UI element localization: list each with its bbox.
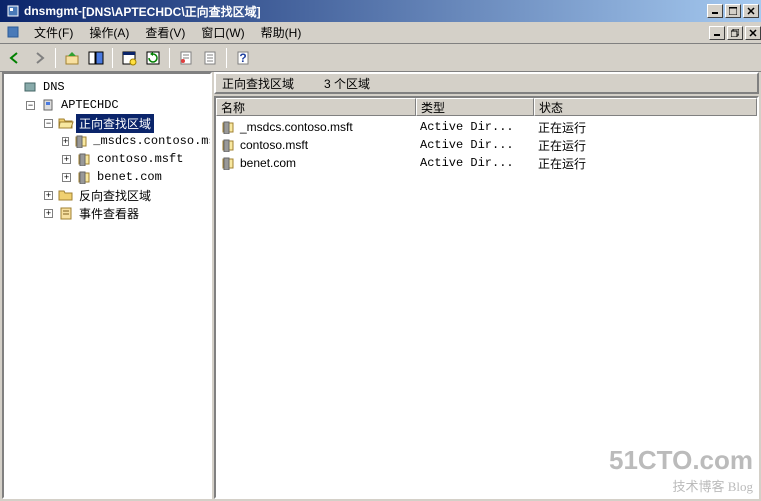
show-hide-button[interactable] — [85, 47, 107, 69]
close-button[interactable] — [743, 4, 759, 18]
tree-server[interactable]: − APTECHDC — [26, 96, 206, 114]
event-icon — [58, 206, 74, 220]
list-row[interactable]: benet.com Active Dir... 正在运行 — [216, 154, 757, 172]
mdi-restore-button[interactable] — [727, 26, 743, 40]
tree-event-viewer[interactable]: + 事件查看器 — [44, 204, 206, 222]
column-headers: 名称 类型 状态 — [216, 98, 757, 116]
col-type[interactable]: 类型 — [416, 98, 534, 116]
col-status[interactable]: 状态 — [534, 98, 757, 116]
expand-icon[interactable]: + — [44, 191, 53, 200]
titlebar: dnsmgmt - [DNS\APTECHDC\正向查找区域] — [0, 0, 761, 22]
zone-icon — [76, 170, 92, 184]
menu-action[interactable]: 操作(A) — [81, 22, 137, 43]
mdi-icon — [6, 25, 22, 41]
toolbar: ? — [0, 44, 761, 72]
menu-help[interactable]: 帮助(H) — [253, 22, 310, 43]
title-doc: [DNS\APTECHDC\正向查找区域] — [82, 3, 261, 20]
pane-count: 3 个区域 — [324, 75, 370, 92]
expand-icon[interactable]: + — [44, 209, 53, 218]
zone-icon — [76, 152, 92, 166]
tree-pane[interactable]: DNS − APTECHDC − — [2, 72, 212, 499]
list-row[interactable]: contoso.msft Active Dir... 正在运行 — [216, 136, 757, 154]
tree-zone-1[interactable]: + _msdcs.contoso.msft — [62, 132, 206, 150]
collapse-icon[interactable]: − — [26, 101, 35, 110]
tree-zone-3[interactable]: + benet.com — [62, 168, 206, 186]
back-button[interactable] — [4, 47, 26, 69]
up-button[interactable] — [61, 47, 83, 69]
folder-icon — [58, 188, 74, 202]
server-icon — [40, 98, 56, 112]
list-pane[interactable]: 名称 类型 状态 _msdcs.contoso.msft Active Dir.… — [214, 96, 759, 499]
new-window-button[interactable] — [118, 47, 140, 69]
properties-button[interactable] — [175, 47, 197, 69]
folder-open-icon — [58, 116, 74, 130]
app-icon — [5, 3, 21, 19]
content: DNS − APTECHDC − — [0, 72, 761, 501]
col-name[interactable]: 名称 — [216, 98, 416, 116]
fwd-button[interactable] — [28, 47, 50, 69]
refresh-button[interactable] — [142, 47, 164, 69]
zone-icon — [74, 134, 88, 148]
menu-window[interactable]: 窗口(W) — [193, 22, 252, 43]
expand-icon[interactable]: + — [62, 137, 69, 146]
list-button[interactable] — [199, 47, 221, 69]
list-row[interactable]: _msdcs.contoso.msft Active Dir... 正在运行 — [216, 118, 757, 136]
menu-file[interactable]: 文件(F) — [26, 22, 81, 43]
help-button[interactable]: ? — [232, 47, 254, 69]
tree-rev-zone[interactable]: + 反向查找区域 — [44, 186, 206, 204]
zone-icon — [220, 138, 236, 152]
tree-fwd-zone[interactable]: − 正向查找区域 — [44, 114, 206, 132]
svg-text:?: ? — [239, 51, 246, 65]
mdi-minimize-button[interactable] — [709, 26, 725, 40]
menu-view[interactable]: 查看(V) — [137, 22, 193, 43]
collapse-icon[interactable]: − — [44, 119, 53, 128]
right-pane: 正向查找区域 3 个区域 名称 类型 状态 _msdcs.contoso.msf… — [214, 72, 759, 499]
pane-header: 正向查找区域 3 个区域 — [214, 72, 759, 94]
title-app: dnsmgmt — [24, 4, 78, 18]
maximize-button[interactable] — [725, 4, 741, 18]
menubar: 文件(F) 操作(A) 查看(V) 窗口(W) 帮助(H) — [0, 22, 761, 44]
minimize-button[interactable] — [707, 4, 723, 18]
expand-icon[interactable]: + — [62, 173, 71, 182]
zone-icon — [220, 156, 236, 170]
expand-icon[interactable]: + — [62, 155, 71, 164]
dns-icon — [22, 80, 38, 94]
mdi-close-button[interactable] — [745, 26, 761, 40]
tree-root[interactable]: DNS — [8, 78, 206, 96]
zone-icon — [220, 120, 236, 134]
tree-zone-2[interactable]: + contoso.msft — [62, 150, 206, 168]
pane-title: 正向查找区域 — [222, 75, 294, 92]
